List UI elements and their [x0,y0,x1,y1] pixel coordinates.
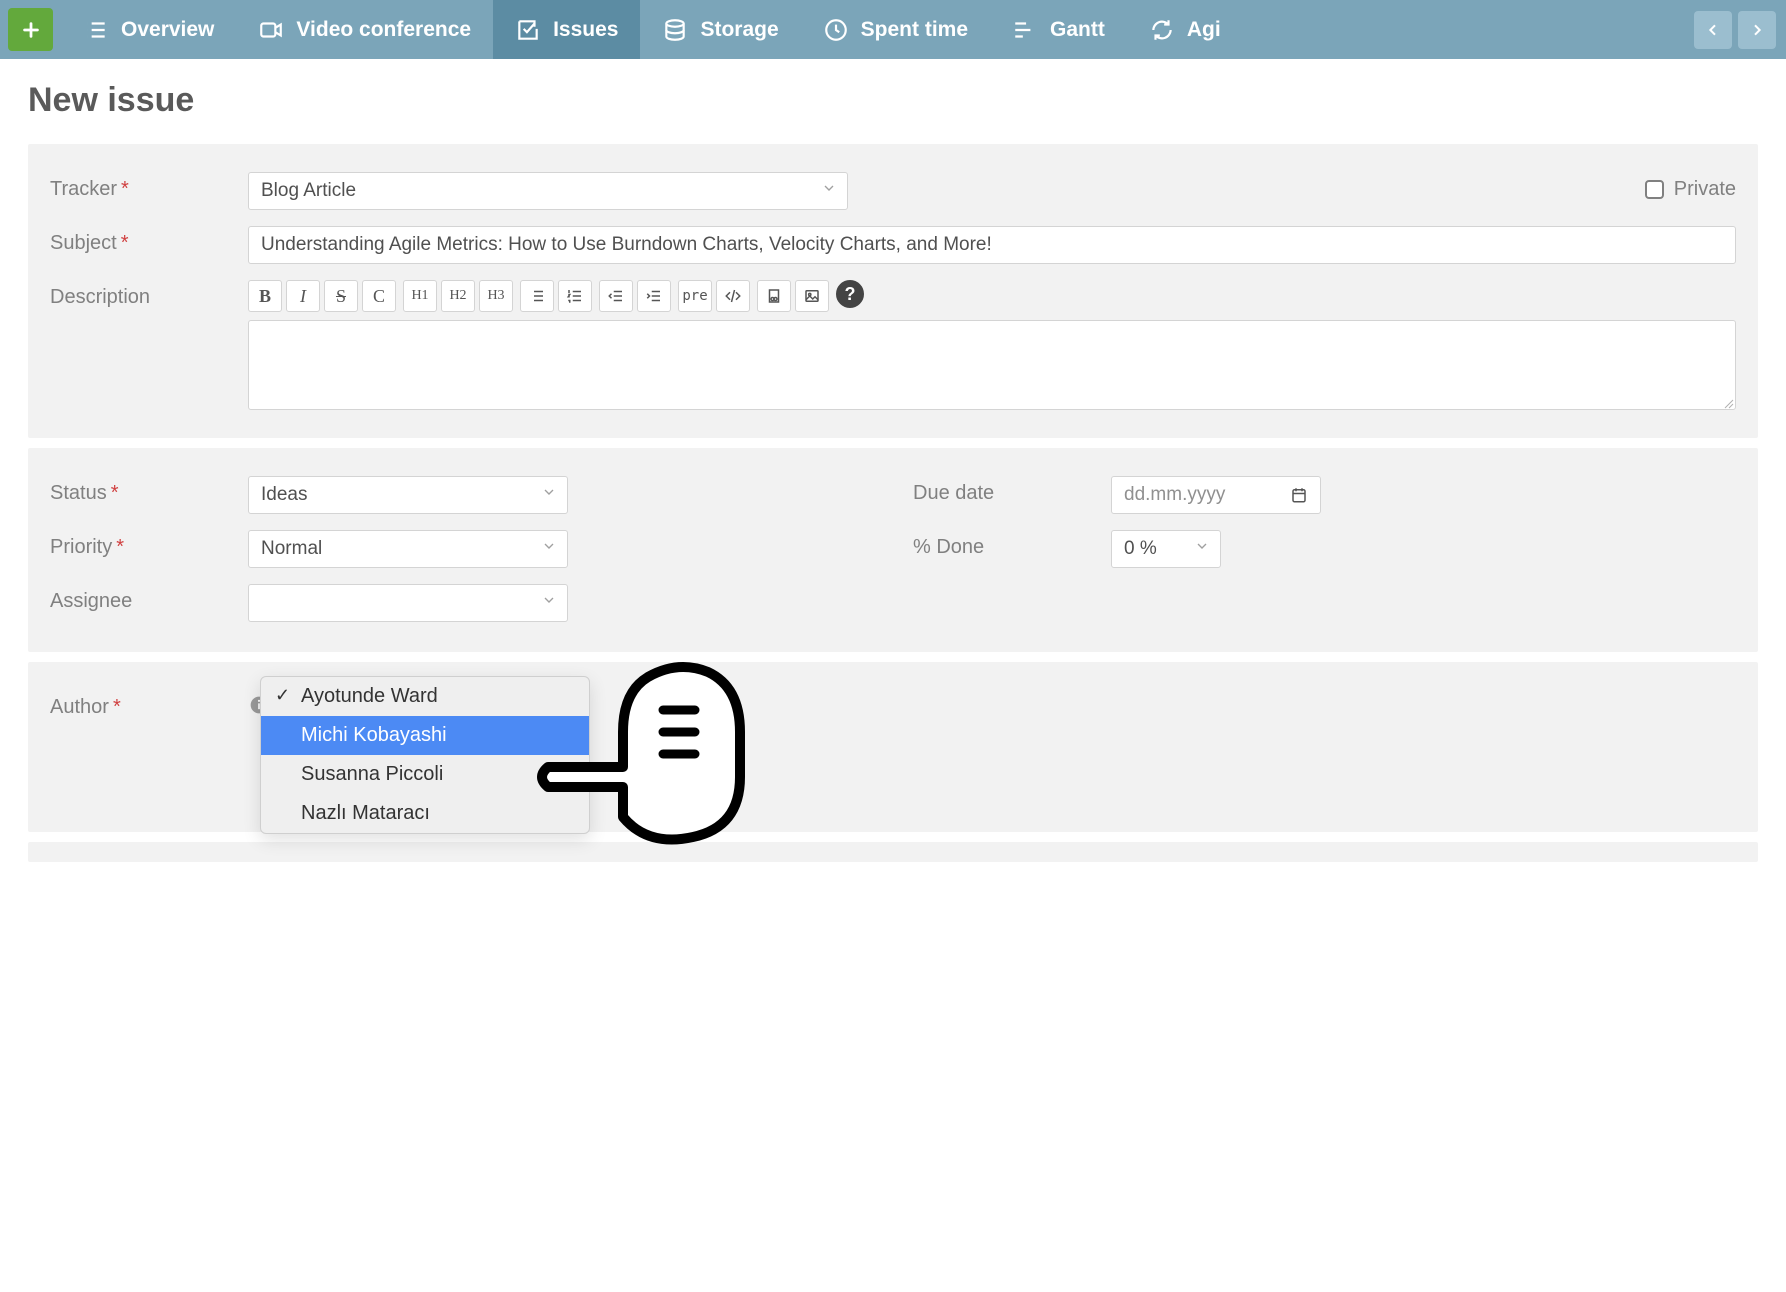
toolbar-italic[interactable]: I [286,280,320,312]
toolbar-bold[interactable]: B [248,280,282,312]
nav-agile[interactable]: Agi [1127,0,1243,59]
nav-scroll-right[interactable] [1738,11,1776,49]
subject-label: Subject* [50,226,248,255]
nav-label: Agi [1187,18,1221,42]
chevron-down-icon [541,592,557,614]
toolbar-code-block[interactable] [716,280,750,312]
nav-label: Storage [700,18,778,42]
description-textarea[interactable] [248,320,1736,410]
status-select[interactable]: Ideas [248,476,568,514]
nav-spent-time[interactable]: Spent time [801,0,990,59]
subject-value: Understanding Agile Metrics: How to Use … [261,234,992,255]
add-button[interactable] [8,8,53,51]
private-checkbox[interactable] [1645,180,1664,199]
list-ul-icon [528,287,546,305]
toolbar-ol[interactable] [558,280,592,312]
nav-scroll-controls [1694,0,1786,59]
nav-issues[interactable]: Issues [493,0,640,59]
image-icon [803,287,821,305]
panel-details: Status* Ideas Priority* Normal Assignee [28,448,1758,652]
toolbar-h3[interactable]: H3 [479,280,513,312]
private-label: Private [1674,178,1736,201]
indent-icon [645,287,663,305]
panel-next [28,842,1758,862]
toolbar-ul[interactable] [520,280,554,312]
top-nav: Overview Video conference Issues Storage… [0,0,1786,59]
tracker-value: Blog Article [261,180,356,201]
nav-label: Spent time [861,18,968,42]
list-icon [83,17,109,43]
plus-icon [20,19,42,41]
outdent-icon [607,287,625,305]
nav-label: Overview [121,18,214,42]
nav-overview[interactable]: Overview [61,0,236,59]
code-icon [724,287,742,305]
author-option-label: Susanna Piccoli [301,763,443,785]
chevron-down-icon [821,180,837,202]
due-date-placeholder: dd.mm.yyyy [1124,484,1225,506]
status-value: Ideas [261,484,307,505]
priority-label: Priority* [50,530,248,559]
list-ol-icon [566,287,584,305]
toolbar-outdent[interactable] [599,280,633,312]
percent-done-select[interactable]: 0 % [1111,530,1221,568]
editor-toolbar: B I S C H1 H2 H3 [248,280,1736,312]
nav-video-conference[interactable]: Video conference [236,0,493,59]
toolbar-image[interactable] [795,280,829,312]
link-icon [765,287,783,305]
video-icon [258,17,284,43]
status-label: Status* [50,476,248,505]
due-date-label: Due date [913,476,1111,505]
toolbar-h2[interactable]: H2 [441,280,475,312]
description-label: Description [50,280,248,309]
chevron-down-icon [541,484,557,506]
nav-storage[interactable]: Storage [640,0,800,59]
chevron-down-icon [1194,538,1210,560]
priority-select[interactable]: Normal [248,530,568,568]
tracker-select[interactable]: Blog Article [248,172,848,210]
chevron-left-icon [1705,22,1721,38]
checkbox-icon [515,17,541,43]
author-label: Author* [50,690,248,719]
chevron-down-icon [541,538,557,560]
toolbar-pre[interactable]: pre [678,280,712,312]
chevron-right-icon [1749,22,1765,38]
assignee-select[interactable] [248,584,568,622]
nav-label: Gantt [1050,18,1105,42]
toolbar-strike[interactable]: S [324,280,358,312]
gantt-icon [1012,17,1038,43]
nav-gantt[interactable]: Gantt [990,0,1127,59]
author-option-label: Ayotunde Ward [301,685,438,707]
database-icon [662,17,688,43]
assignee-label: Assignee [50,584,248,613]
panel-main-fields: Tracker* Blog Article Private Subject* U… [28,144,1758,438]
resize-grip-icon[interactable] [1722,396,1734,408]
panel-author: Author* Ayotunde Ward Michi Kobayashi Su… [28,662,1758,832]
toolbar-help[interactable]: ? [836,280,864,308]
toolbar-inline-code[interactable]: C [362,280,396,312]
author-option-label: Nazlı Mataracı [301,802,430,824]
due-date-input[interactable]: dd.mm.yyyy [1111,476,1321,514]
priority-value: Normal [261,538,322,559]
nav-label: Issues [553,18,618,42]
page-title: New issue [28,81,1758,120]
clock-icon [823,17,849,43]
subject-input[interactable]: Understanding Agile Metrics: How to Use … [248,226,1736,264]
toolbar-indent[interactable] [637,280,671,312]
calendar-icon [1290,486,1308,504]
toolbar-h1[interactable]: H1 [403,280,437,312]
author-option-label: Michi Kobayashi [301,724,447,746]
toolbar-link[interactable] [757,280,791,312]
tracker-label: Tracker* [50,172,248,201]
percent-done-label: % Done [913,530,1111,559]
percent-done-value: 0 % [1124,538,1157,559]
nav-label: Video conference [296,18,471,42]
refresh-icon [1149,17,1175,43]
nav-scroll-left[interactable] [1694,11,1732,49]
pointing-hand-icon [528,632,758,852]
